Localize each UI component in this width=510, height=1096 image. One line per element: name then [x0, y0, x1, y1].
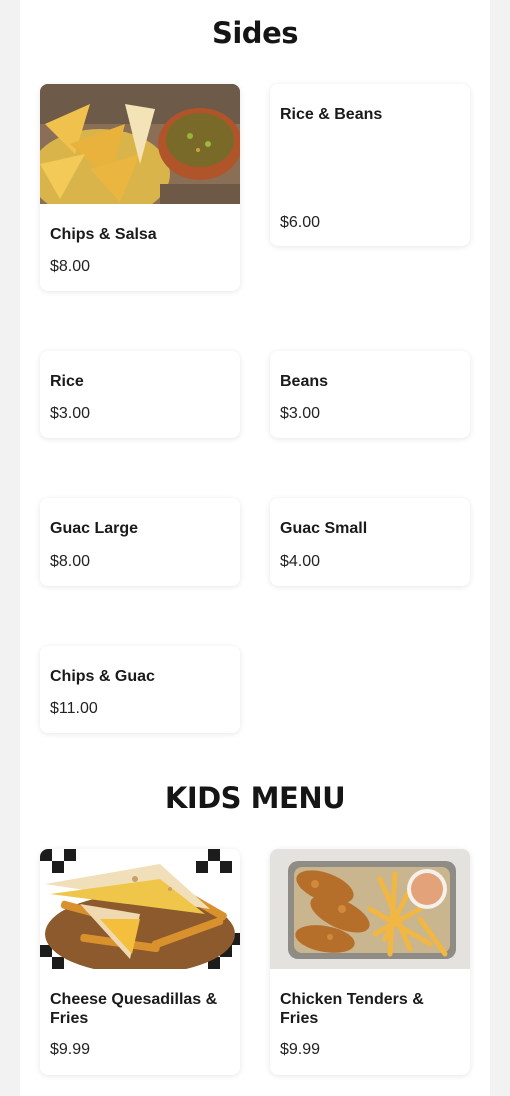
item-price: $9.99	[50, 1041, 91, 1058]
chips-salsa-image	[40, 84, 240, 204]
item-price: $6.00	[280, 214, 321, 231]
item-name: Beans	[280, 373, 329, 390]
menu-item-card[interactable]: Guac Small $4.00	[270, 498, 470, 586]
menu-item-card[interactable]: Chips & Guac $11.00	[40, 646, 240, 733]
item-name: Chips & Guac	[50, 668, 155, 685]
item-price: $4.00	[280, 553, 321, 570]
item-name: Cheese Quesadillas & Fries	[50, 991, 218, 1027]
item-name: Chicken Tenders & Fries	[280, 991, 424, 1027]
item-name: Chips & Salsa	[50, 226, 157, 243]
menu-item-card[interactable]: Beans $3.00	[270, 351, 470, 438]
item-price: $9.99	[280, 1041, 321, 1058]
item-price: $11.00	[50, 700, 98, 717]
section-title-kids-menu: KIDS MENU	[164, 781, 346, 815]
menu-item-card[interactable]: Chicken Tenders & Fries $9.99	[270, 849, 470, 1075]
item-name: Guac Small	[280, 520, 368, 537]
chicken-tenders-image	[270, 849, 470, 969]
menu-item-card[interactable]: Chips & Salsa $8.00	[40, 84, 240, 291]
quesadilla-fries-image	[40, 849, 240, 969]
item-name: Rice	[50, 373, 84, 390]
section-title-sides: Sides	[211, 16, 299, 50]
menu-page: Sides Chips & Salsa $8.00 Rice & Beans $…	[20, 0, 490, 1096]
item-price: $8.00	[50, 258, 91, 275]
item-price: $3.00	[280, 405, 321, 422]
menu-item-card[interactable]: Guac Large $8.00	[40, 498, 240, 586]
item-name: Rice & Beans	[280, 106, 383, 123]
item-name: Guac Large	[50, 520, 139, 537]
item-price: $8.00	[50, 553, 91, 570]
menu-item-card[interactable]: Rice $3.00	[40, 351, 240, 438]
menu-item-card[interactable]: Rice & Beans $6.00	[270, 84, 470, 246]
menu-item-card[interactable]: Cheese Quesadillas & Fries $9.99	[40, 849, 240, 1075]
item-price: $3.00	[50, 405, 91, 422]
